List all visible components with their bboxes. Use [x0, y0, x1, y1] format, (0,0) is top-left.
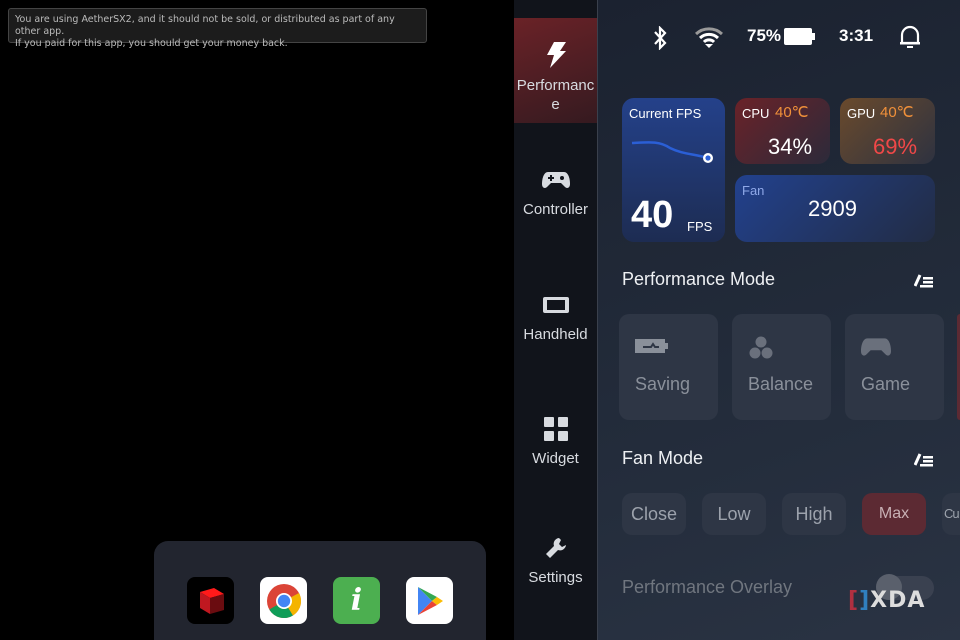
fps-label: Current FPS	[629, 106, 702, 121]
fps-graph	[631, 141, 713, 163]
mode-game-button[interactable]: Game	[845, 314, 944, 420]
bluetooth-icon	[654, 26, 667, 50]
play-store-icon[interactable]	[406, 577, 453, 624]
fan-label: Fan	[742, 183, 765, 198]
fan-max-button[interactable]: Max	[862, 493, 926, 535]
sidebar-item-performance[interactable]: Performanc e	[514, 18, 597, 123]
performance-overlay-label: Performance Overlay	[622, 577, 793, 597]
cpu-card: CPU 40℃ 34%	[735, 98, 830, 164]
sidebar-item-label: Performanc e	[516, 77, 595, 113]
gpu-label: GPU	[847, 106, 876, 121]
aethersx2-icon[interactable]	[187, 577, 234, 624]
grid-icon	[514, 416, 597, 442]
fan-low-button[interactable]: Low	[702, 493, 766, 535]
edit-list-icon[interactable]	[914, 272, 934, 288]
fan-close-button[interactable]: Close	[622, 493, 686, 535]
toast-line: If you paid for this app, you should get…	[15, 38, 288, 49]
fan-value: 2909	[808, 196, 857, 221]
sidebar-item-widget[interactable]: Widget	[514, 416, 597, 521]
fan-custom-button[interactable]: Cu	[942, 493, 960, 535]
performance-mode-title: Performance Mode	[622, 269, 776, 289]
fan-mode-title: Fan Mode	[622, 448, 704, 468]
gpu-card: GPU 40℃ 69%	[840, 98, 935, 164]
fan-high-button[interactable]: High	[782, 493, 846, 535]
cpu-label: CPU	[742, 106, 770, 121]
hexagons-icon	[749, 336, 773, 359]
performance-panel: 75% 3:31 Current FPS 40 FPS CPU 40℃ 34% …	[598, 0, 960, 640]
sidebar-item-settings[interactable]: Settings	[514, 535, 597, 640]
lightning-icon	[514, 42, 597, 68]
fps-value: 40	[631, 194, 674, 236]
cpu-temp: 40℃	[775, 104, 809, 121]
sidebar-item-controller[interactable]: Controller	[514, 167, 597, 272]
xda-watermark: []XDA	[848, 588, 926, 613]
mode-label: Game	[861, 374, 911, 394]
edit-list-icon[interactable]	[914, 451, 934, 467]
clock: 3:31	[839, 26, 874, 45]
sidebar-item-label: Settings	[528, 569, 583, 586]
sidebar-item-label: Widget	[532, 450, 579, 467]
fan-card: Fan 2909	[735, 175, 935, 242]
sidebar: Performanc e Controller Handheld Widget …	[514, 0, 598, 640]
sidebar-item-label: Handheld	[523, 326, 588, 343]
fps-card: Current FPS 40 FPS	[622, 98, 725, 242]
mode-label: Balance	[748, 374, 814, 394]
mode-label: Saving	[635, 374, 691, 394]
gamepad-icon	[514, 167, 597, 193]
battery-icon	[784, 28, 815, 45]
mode-saving-button[interactable]: Saving	[619, 314, 718, 420]
gpu-usage: 69%	[873, 134, 918, 159]
mode-balance-button[interactable]: Balance	[732, 314, 831, 420]
wrench-icon	[514, 535, 597, 561]
handheld-icon	[514, 292, 597, 318]
gamepad-icon	[861, 338, 891, 356]
cpu-usage: 34%	[768, 134, 813, 159]
chrome-icon[interactable]	[260, 577, 307, 624]
info-icon[interactable]: i	[333, 577, 380, 624]
toast-message: You are using AetherSX2, and it should n…	[8, 8, 427, 49]
battery-saving-icon	[635, 339, 668, 353]
sidebar-item-handheld[interactable]: Handheld	[514, 292, 597, 397]
gpu-temp: 40℃	[880, 104, 914, 121]
notification-bell-icon[interactable]	[899, 25, 921, 49]
toast-line: You are using AetherSX2, and it should n…	[15, 14, 395, 37]
battery-percent: 75%	[747, 26, 782, 45]
sidebar-item-label: Controller	[522, 201, 589, 218]
fps-unit: FPS	[687, 219, 713, 234]
app-dock: i	[154, 541, 486, 640]
wifi-icon	[695, 27, 723, 48]
